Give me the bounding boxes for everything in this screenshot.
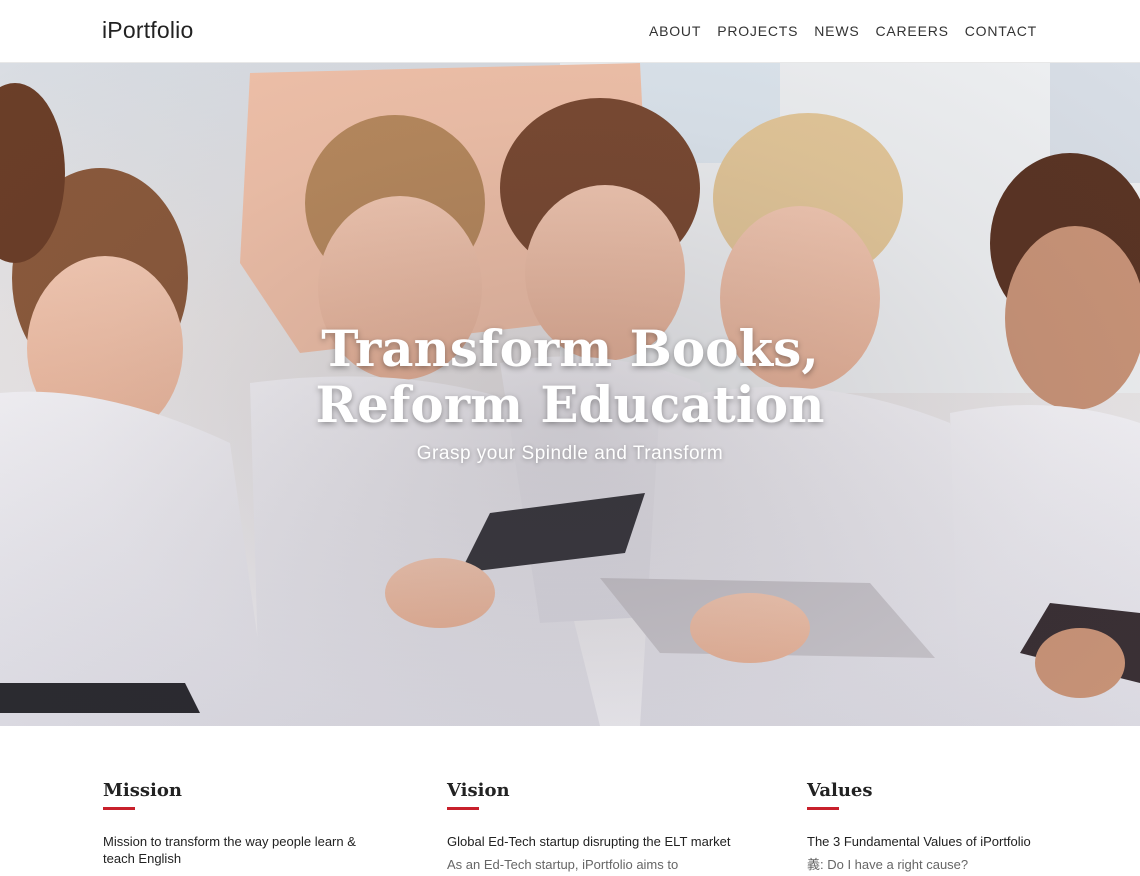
vision-title: Vision xyxy=(447,780,510,801)
mission-section: Mission Mission to transform the way peo… xyxy=(103,780,403,867)
main-nav: ABOUT PROJECTS NEWS CAREERS CONTACT xyxy=(649,23,1037,39)
vision-text: Global Ed-Tech startup disrupting the EL… xyxy=(447,834,731,849)
values-more-text: 義: Do I have a right cause? xyxy=(807,857,969,872)
nav-contact[interactable]: CONTACT xyxy=(965,23,1037,39)
hero-title: Transform Books, Reform Education xyxy=(0,321,1140,433)
values-title: Values xyxy=(807,780,873,801)
hero-subtitle: Grasp your Spindle and Transform xyxy=(416,443,724,464)
mission-title: Mission xyxy=(103,780,182,801)
hero-banner: Transform Books, Reform Education Grasp … xyxy=(0,63,1140,726)
vision-section: Vision Global Ed-Tech startup disrupting… xyxy=(447,780,747,873)
nav-news[interactable]: NEWS xyxy=(814,23,859,39)
nav-projects[interactable]: PROJECTS xyxy=(717,23,798,39)
vision-more-text: As an Ed-Tech startup, iPortfolio aims t… xyxy=(447,857,679,872)
values-accent-rule xyxy=(807,807,839,810)
values-text: The 3 Fundamental Values of iPortfolio xyxy=(807,834,1031,849)
site-header: iPortfolio ABOUT PROJECTS NEWS CAREERS C… xyxy=(0,0,1140,63)
hero-title-line2: Reform Education xyxy=(315,375,825,434)
site-logo[interactable]: iPortfolio xyxy=(102,17,193,44)
hero-title-line1: Transform Books, xyxy=(321,319,819,378)
mission-text: Mission to transform the way people lear… xyxy=(103,834,356,866)
mission-accent-rule xyxy=(103,807,135,810)
values-section: Values The 3 Fundamental Values of iPort… xyxy=(807,780,1107,873)
nav-about[interactable]: ABOUT xyxy=(649,23,701,39)
vision-accent-rule xyxy=(447,807,479,810)
nav-careers[interactable]: CAREERS xyxy=(875,23,948,39)
